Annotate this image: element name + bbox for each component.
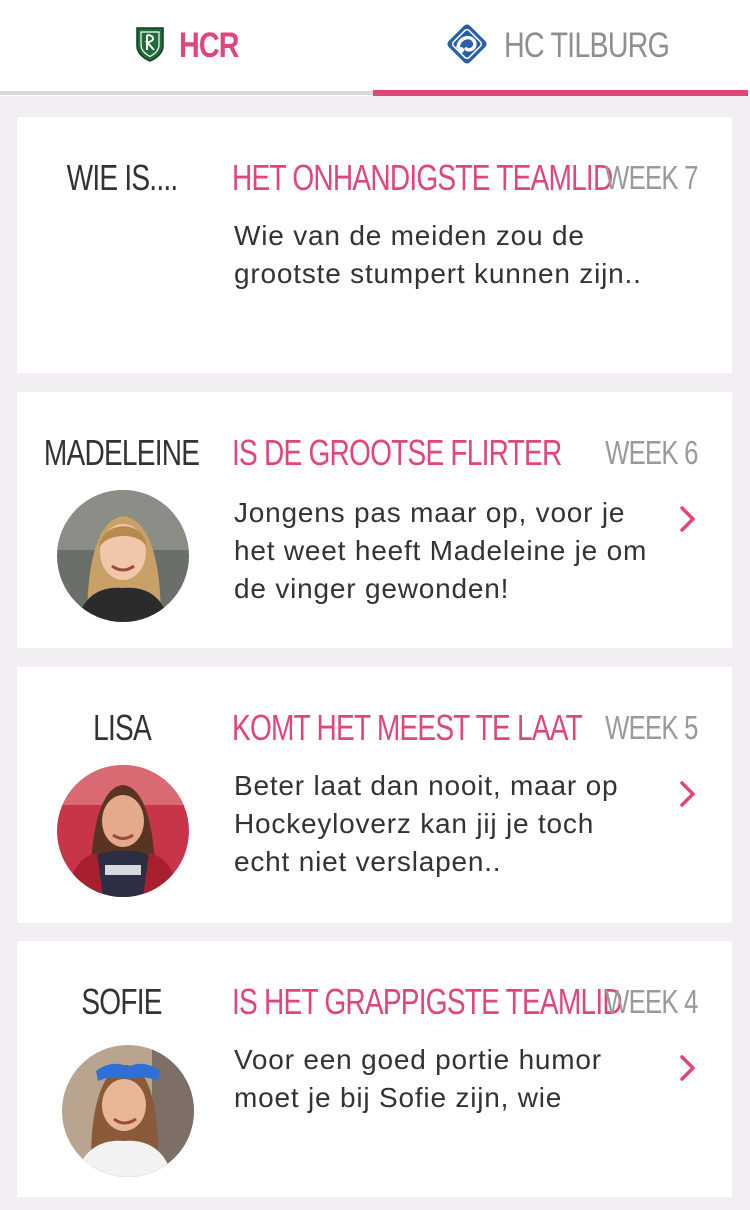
- hcr-shield-icon: [135, 26, 165, 67]
- avatar: [62, 1045, 194, 1177]
- card-name: SOFIE: [81, 981, 163, 1022]
- avatar: [57, 490, 189, 622]
- tab-underline: [0, 91, 373, 95]
- card-title: IS DE GROOTSE FLIRTER: [232, 432, 562, 473]
- card-title: KOMT HET MEEST TE LAAT: [232, 707, 583, 748]
- hc-tilburg-logo-icon: [444, 21, 490, 72]
- card-description: Voor een goed portie humor moet je bij S…: [234, 1044, 602, 1113]
- card-week: WEEK 5: [605, 709, 698, 746]
- teammate-card[interactable]: LISA KOMT HET MEEST TE LAAT WEEK 5 Beter…: [17, 667, 732, 923]
- card-description: Jongens pas maar op, voor je het weet he…: [234, 497, 648, 604]
- chevron-right-icon[interactable]: [678, 779, 698, 809]
- teammate-card: WIE IS.... HET ONHANDIGSTE TEAMLID WEEK …: [17, 117, 732, 373]
- teammate-card[interactable]: MADELEINE IS DE GROOTSE FLIRTER WEEK 6 J…: [17, 392, 732, 648]
- card-week: WEEK 6: [605, 434, 698, 471]
- card-description: Beter laat dan nooit, maar op Hockeylove…: [234, 770, 619, 877]
- card-title: IS HET GRAPPIGSTE TEAMLID: [232, 981, 623, 1022]
- tab-hc-tilburg[interactable]: HC TILBURG: [373, 0, 750, 92]
- chevron-right-icon[interactable]: [678, 1053, 698, 1083]
- tab-hc-tilburg-label: HC TILBURG: [504, 26, 670, 65]
- tab-hcr-label: HCR: [178, 26, 240, 65]
- active-tab-indicator: [373, 90, 748, 96]
- avatar: [57, 765, 189, 897]
- card-name: WIE IS....: [66, 157, 179, 198]
- chevron-right-icon[interactable]: [678, 504, 698, 534]
- card-title: HET ONHANDIGSTE TEAMLID: [232, 157, 613, 198]
- tab-hcr[interactable]: HCR: [0, 0, 373, 92]
- card-description: Wie van de meiden zou de grootste stumpe…: [234, 220, 642, 289]
- teammate-card[interactable]: SOFIE IS HET GRAPPIGSTE TEAMLID WEEK 4 V…: [17, 941, 732, 1197]
- card-name: MADELEINE: [44, 432, 200, 473]
- card-week: WEEK 7: [605, 159, 698, 196]
- team-tab-bar: HCR HC TILBURG: [0, 0, 750, 96]
- card-name: LISA: [93, 707, 152, 748]
- card-week: WEEK 4: [605, 983, 698, 1020]
